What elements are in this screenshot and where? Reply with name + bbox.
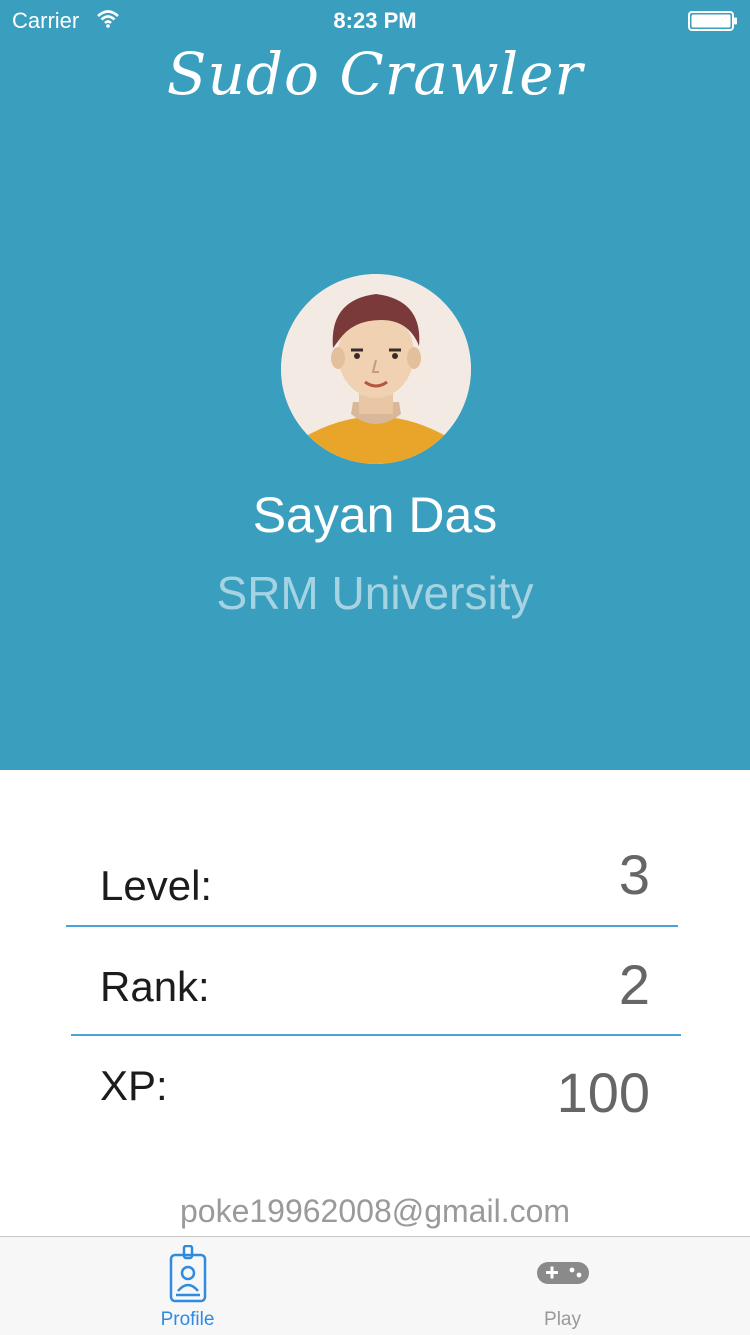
user-email: poke19962008@gmail.com bbox=[179, 1193, 571, 1229]
tab-play-label: Play bbox=[544, 1309, 581, 1330]
level-label: Level: bbox=[100, 862, 213, 909]
stat-divider bbox=[71, 1034, 681, 1036]
id-badge-icon bbox=[0, 1244, 375, 1310]
level-value: 3 bbox=[618, 843, 650, 906]
status-bar: Carrier 8:23 PM bbox=[0, 0, 750, 40]
tab-profile[interactable]: Profile bbox=[0, 1237, 375, 1335]
battery-icon bbox=[688, 11, 738, 37]
rank-value: 2 bbox=[618, 953, 650, 1016]
user-avatar bbox=[281, 274, 471, 464]
app-title: Sudo Crawler bbox=[166, 40, 584, 108]
rank-label: Rank: bbox=[100, 963, 210, 1010]
gamepad-icon bbox=[375, 1259, 750, 1294]
tab-bar: Profile Play bbox=[0, 1236, 750, 1335]
status-time: 8:23 PM bbox=[333, 8, 417, 33]
profile-header: Carrier 8:23 PM Sudo Crawler Sayan Das S… bbox=[0, 0, 750, 770]
xp-label: XP: bbox=[100, 1062, 168, 1109]
university-name: SRM University bbox=[216, 567, 534, 619]
tab-play[interactable]: Play bbox=[375, 1237, 750, 1335]
stat-divider bbox=[66, 925, 678, 927]
user-name: Sayan Das bbox=[252, 487, 498, 543]
xp-value: 100 bbox=[556, 1061, 650, 1124]
tab-profile-label: Profile bbox=[160, 1309, 215, 1330]
